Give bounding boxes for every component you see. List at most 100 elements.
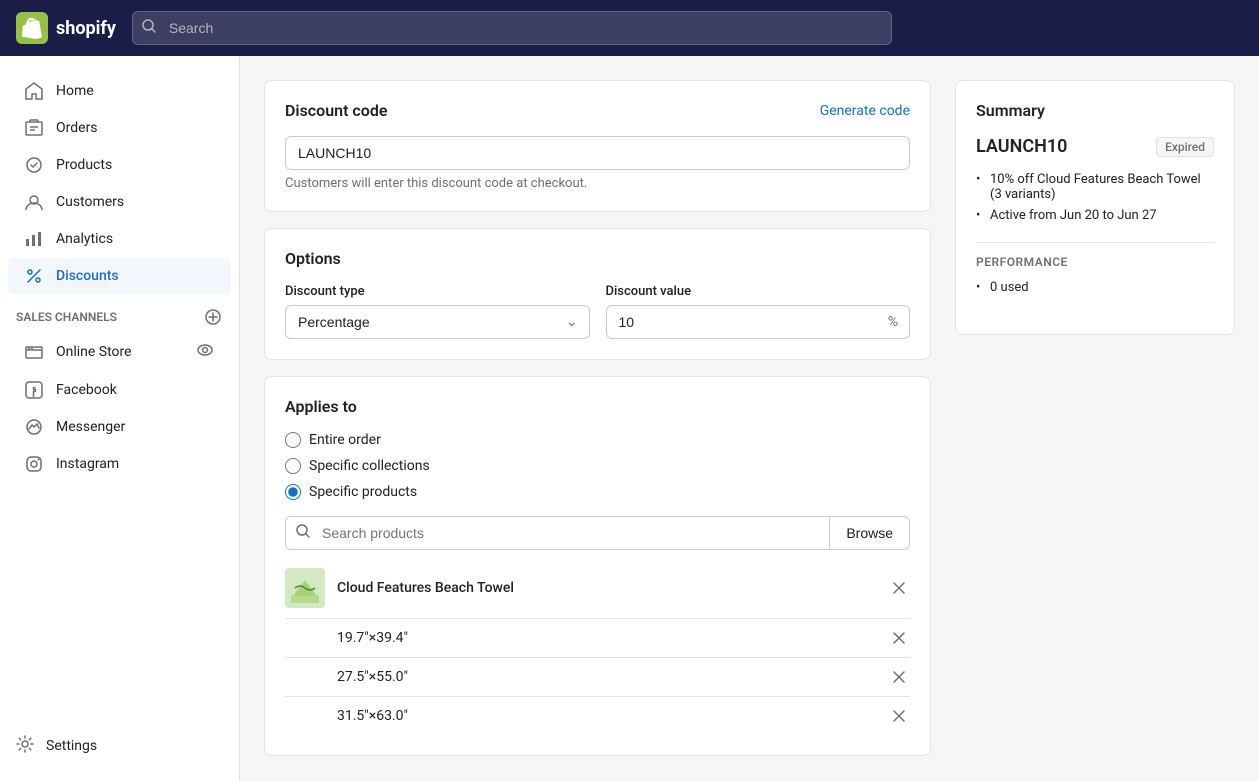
logo-text: shopify [56, 18, 116, 39]
sidebar-item-discounts[interactable]: Discounts [8, 258, 231, 294]
radio-specific-products-input[interactable] [285, 484, 301, 500]
radio-specific-products[interactable]: Specific products [285, 484, 910, 500]
discount-value-group: Discount value % [606, 284, 911, 339]
status-badge: Expired [1156, 137, 1214, 157]
browse-button[interactable]: Browse [829, 517, 909, 549]
summary-card: Summary LAUNCH10 Expired 10% off Cloud F… [955, 80, 1235, 335]
customers-icon [24, 192, 44, 212]
product-name: Cloud Features Beach Towel [337, 580, 888, 596]
remove-variant-3-button[interactable] [888, 705, 910, 727]
summary-code-row: LAUNCH10 Expired [976, 136, 1214, 157]
discount-value-wrap: % [606, 305, 911, 339]
used-count: 0 used [976, 277, 1214, 298]
summary-divider [976, 242, 1214, 243]
radio-specific-collections-input[interactable] [285, 458, 301, 474]
performance-label: PERFORMANCE [976, 255, 1214, 269]
discount-type-group: Discount type Percentage Fixed amount Fr… [285, 284, 590, 339]
sidebar-item-customers-label: Customers [56, 194, 124, 210]
discount-code-card: Discount code Generate code Customers wi… [264, 80, 931, 212]
shopify-logo-icon [16, 12, 48, 44]
add-sales-channel-icon[interactable] [203, 307, 223, 327]
options-card: Options Discount type Percentage Fixed a… [264, 228, 931, 360]
layout: Home Orders Products [0, 56, 1259, 781]
summary-title: Summary [976, 101, 1214, 120]
sidebar-item-home[interactable]: Home [8, 73, 231, 109]
summary-code: LAUNCH10 [976, 136, 1067, 157]
discount-value-label: Discount value [606, 284, 911, 299]
sidebar-item-messenger[interactable]: Messenger [8, 409, 231, 445]
discount-value-unit: % [888, 314, 898, 330]
online-store-icon [24, 342, 44, 362]
sidebar-item-orders[interactable]: Orders [8, 110, 231, 146]
radio-entire-order-input[interactable] [285, 432, 301, 448]
discount-code-input[interactable] [285, 136, 910, 170]
applies-to-card: Applies to Entire order Specific collect… [264, 376, 931, 756]
online-store-label: Online Store [56, 344, 132, 360]
sidebar-item-facebook[interactable]: Facebook [8, 372, 231, 408]
settings-icon [16, 735, 34, 757]
remove-product-button[interactable] [888, 577, 910, 599]
sidebar-item-products[interactable]: Products [8, 147, 231, 183]
radio-specific-products-label: Specific products [309, 484, 417, 500]
discount-type-select[interactable]: Percentage Fixed amount Free shipping Bu… [285, 305, 590, 339]
variant-row-1: 19.7"×39.4" [285, 619, 910, 658]
messenger-label: Messenger [56, 419, 125, 435]
remove-variant-1-button[interactable] [888, 627, 910, 649]
messenger-icon [24, 417, 44, 437]
variant-size-3: 31.5"×63.0" [337, 708, 888, 724]
generate-code-link[interactable]: Generate code [820, 103, 910, 119]
summary-details: 10% off Cloud Features Beach Towel (3 va… [976, 169, 1214, 226]
search-products-wrap: Browse [285, 516, 910, 550]
sidebar: Home Orders Products [0, 56, 240, 781]
home-icon [24, 81, 44, 101]
sidebar-item-products-label: Products [56, 157, 112, 173]
sidebar-item-instagram[interactable]: Instagram [8, 446, 231, 482]
discount-value-input[interactable] [606, 305, 911, 339]
variant-row-3: 31.5"×63.0" [285, 697, 910, 735]
discounts-icon [24, 266, 44, 286]
analytics-icon [24, 229, 44, 249]
sidebar-item-orders-label: Orders [56, 120, 98, 136]
search-bar [132, 11, 892, 45]
content-area: Discount code Generate code Customers wi… [264, 80, 931, 756]
online-store-visibility-btn[interactable] [195, 340, 215, 363]
radio-specific-collections[interactable]: Specific collections [285, 458, 910, 474]
orders-icon [24, 118, 44, 138]
summary-panel: Summary LAUNCH10 Expired 10% off Cloud F… [955, 80, 1235, 335]
sidebar-item-customers[interactable]: Customers [8, 184, 231, 220]
shopify-logo[interactable]: shopify [16, 12, 116, 44]
search-products-input[interactable] [286, 517, 515, 549]
sidebar-item-analytics[interactable]: Analytics [8, 221, 231, 257]
product-thumbnail [285, 568, 325, 608]
discount-code-title: Discount code [285, 101, 387, 120]
sidebar-item-discounts-label: Discounts [56, 268, 119, 284]
summary-detail-1: 10% off Cloud Features Beach Towel (3 va… [976, 169, 1214, 205]
variant-row-2: 27.5"×55.0" [285, 658, 910, 697]
sidebar-item-settings[interactable]: Settings [0, 727, 239, 765]
sidebar-item-analytics-label: Analytics [56, 231, 113, 247]
options-grid: Discount type Percentage Fixed amount Fr… [285, 284, 910, 339]
topnav: shopify [0, 0, 1259, 56]
variant-size-2: 27.5"×55.0" [337, 669, 888, 685]
search-products-input-wrap [286, 517, 829, 549]
sidebar-item-home-label: Home [56, 83, 94, 99]
search-input[interactable] [132, 11, 892, 45]
discount-code-help: Customers will enter this discount code … [285, 176, 910, 191]
instagram-label: Instagram [56, 456, 119, 472]
discount-code-header: Discount code Generate code [285, 101, 910, 120]
search-products-icon [296, 524, 310, 542]
instagram-icon [24, 454, 44, 474]
products-icon [24, 155, 44, 175]
options-title: Options [285, 249, 910, 268]
sales-channels-section: SALES CHANNELS [0, 295, 239, 331]
discount-type-label: Discount type [285, 284, 590, 299]
remove-variant-2-button[interactable] [888, 666, 910, 688]
radio-entire-order[interactable]: Entire order [285, 432, 910, 448]
main-content: Discount code Generate code Customers wi… [240, 56, 1259, 781]
settings-label: Settings [46, 738, 97, 754]
applies-to-title: Applies to [285, 397, 910, 416]
facebook-label: Facebook [56, 382, 117, 398]
sidebar-item-online-store[interactable]: Online Store [8, 332, 231, 371]
variant-size-1: 19.7"×39.4" [337, 630, 888, 646]
search-icon [142, 19, 156, 37]
